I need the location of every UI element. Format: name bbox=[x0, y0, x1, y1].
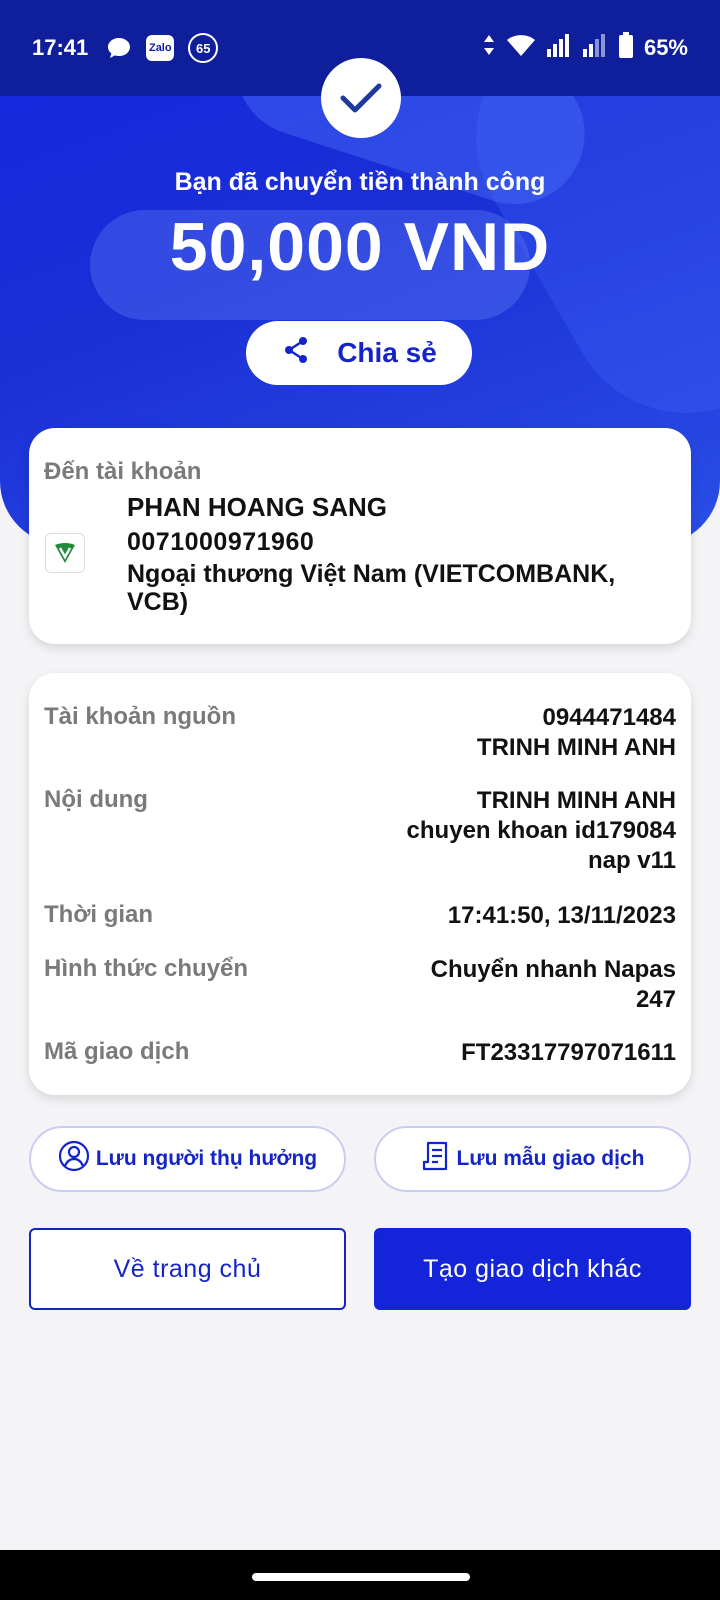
signal-icon bbox=[582, 33, 608, 63]
document-icon bbox=[421, 1140, 451, 1178]
time-label: Thời gian bbox=[44, 901, 154, 928]
data-arrows-icon bbox=[482, 34, 496, 62]
recipient-label: Đến tài khoản bbox=[44, 458, 202, 485]
time-value: 17:41:50, 13/11/2023 bbox=[447, 902, 676, 929]
chat-bubble-icon bbox=[106, 36, 132, 60]
detail-row-time: Thời gian 17:41:50, 13/11/2023 bbox=[44, 901, 676, 931]
source-account-name: TRINH MINH ANH bbox=[476, 734, 676, 761]
save-beneficiary-button[interactable]: Lưu người thụ hưởng bbox=[29, 1126, 346, 1192]
transaction-details-card: Tài khoản nguồn 0944471484 TRINH MINH AN… bbox=[29, 673, 691, 1095]
save-template-button[interactable]: Lưu mẫu giao dịch bbox=[374, 1126, 691, 1192]
content-line: chuyen khoan id179084 bbox=[406, 817, 676, 844]
notification-badge-icon: 65 bbox=[188, 33, 219, 63]
detail-row-transaction-id: Mã giao dịch FT23317797071611 bbox=[44, 1038, 676, 1068]
share-icon bbox=[281, 335, 311, 372]
status-time: 17:41 bbox=[32, 35, 89, 60]
signal-icon bbox=[546, 33, 572, 63]
source-account-label: Tài khoản nguồn bbox=[44, 703, 236, 730]
transaction-id-label: Mã giao dịch bbox=[44, 1038, 190, 1065]
vietcombank-logo-icon bbox=[45, 533, 85, 573]
recipient-account: 0071000971960 bbox=[127, 528, 315, 556]
save-beneficiary-label: Lưu người thụ hưởng bbox=[95, 1147, 318, 1170]
save-template-label: Lưu mẫu giao dịch bbox=[456, 1147, 645, 1170]
content-line: TRINH MINH ANH bbox=[476, 787, 676, 814]
wifi-icon bbox=[506, 33, 536, 63]
content-label: Nội dung bbox=[44, 786, 148, 813]
method-line: 247 bbox=[635, 986, 676, 1013]
recipient-bank: Ngoại thương Việt Nam (VIETCOMBANK, VCB) bbox=[127, 560, 616, 616]
method-value: Chuyển nhanh Napas 247 bbox=[431, 955, 676, 1015]
content-line: nap v11 bbox=[587, 847, 676, 874]
detail-row-source: Tài khoản nguồn 0944471484 TRINH MINH AN… bbox=[44, 703, 676, 763]
recipient-name: PHAN HOANG SANG bbox=[127, 492, 388, 522]
zalo-icon: Zalo bbox=[146, 35, 175, 61]
battery-icon bbox=[618, 32, 634, 64]
content-value: TRINH MINH ANH chuyen khoan id179084 nap… bbox=[407, 786, 676, 876]
success-message: Bạn đã chuyển tiền thành công bbox=[174, 168, 546, 196]
share-button[interactable]: Chia sẻ bbox=[246, 321, 472, 385]
share-label: Chia sẻ bbox=[337, 337, 437, 368]
source-account-value: 0944471484 TRINH MINH ANH bbox=[477, 703, 676, 763]
method-label: Hình thức chuyển bbox=[44, 955, 249, 982]
home-gesture-handle[interactable] bbox=[252, 1573, 470, 1581]
recipient-card: Đến tài khoản PHAN HOANG SANG 0071000971… bbox=[29, 428, 691, 644]
home-button[interactable]: Về trang chủ bbox=[29, 1228, 346, 1310]
source-account-number: 0944471484 bbox=[542, 704, 676, 731]
battery-percent: 65% bbox=[643, 35, 688, 60]
user-circle-icon bbox=[58, 1140, 90, 1178]
transaction-id-value: FT23317797071611 bbox=[461, 1039, 676, 1066]
new-transaction-button[interactable]: Tạo giao dịch khác bbox=[374, 1228, 691, 1310]
detail-row-method: Hình thức chuyển Chuyển nhanh Napas 247 bbox=[44, 955, 676, 1015]
success-check-icon bbox=[321, 58, 401, 138]
transfer-amount: 50,000 VND bbox=[169, 209, 551, 285]
detail-row-content: Nội dung TRINH MINH ANH chuyen khoan id1… bbox=[44, 786, 676, 876]
method-line: Chuyển nhanh Napas bbox=[430, 956, 676, 983]
